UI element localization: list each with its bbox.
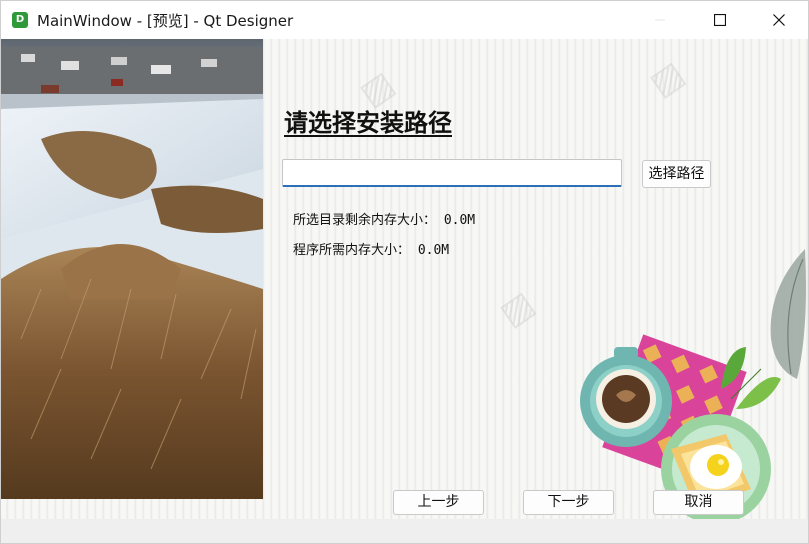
status-bar [1,519,808,543]
snowy-grass-landscape-image [1,39,263,499]
required-space-label: 程序所需内存大小： 0.0M [293,243,450,258]
maximize-button[interactable] [690,1,750,39]
minimize-icon [655,19,665,21]
install-path-input[interactable] [282,159,622,187]
next-step-button[interactable]: 下一步 [523,490,614,515]
title-bar[interactable]: D MainWindow - [预览] - Qt Designer [1,1,808,39]
close-button[interactable] [749,1,809,39]
free-space-label: 所选目录剩余内存大小： 0.0M [293,213,476,228]
window-title: MainWindow - [预览] - Qt Designer [37,12,294,30]
choose-path-button[interactable]: 选择路径 [642,160,711,188]
close-icon [773,14,785,26]
page-title: 请选择安装路径 [284,108,452,137]
landscape-photo [1,39,263,499]
previous-step-button[interactable]: 上一步 [393,490,484,515]
minimize-button[interactable] [630,1,690,39]
maximize-icon [714,14,726,26]
cancel-button[interactable]: 取消 [653,490,744,515]
qt-designer-app-icon: D [12,12,28,28]
installer-page: ▨ ▨ ▨ 请选择安装路径 选择路径 所选目录剩余内存大小： 0.0M 程序所需… [1,39,808,519]
main-window: D MainWindow - [预览] - Qt Designer ▨ ▨ ▨ [0,0,809,544]
